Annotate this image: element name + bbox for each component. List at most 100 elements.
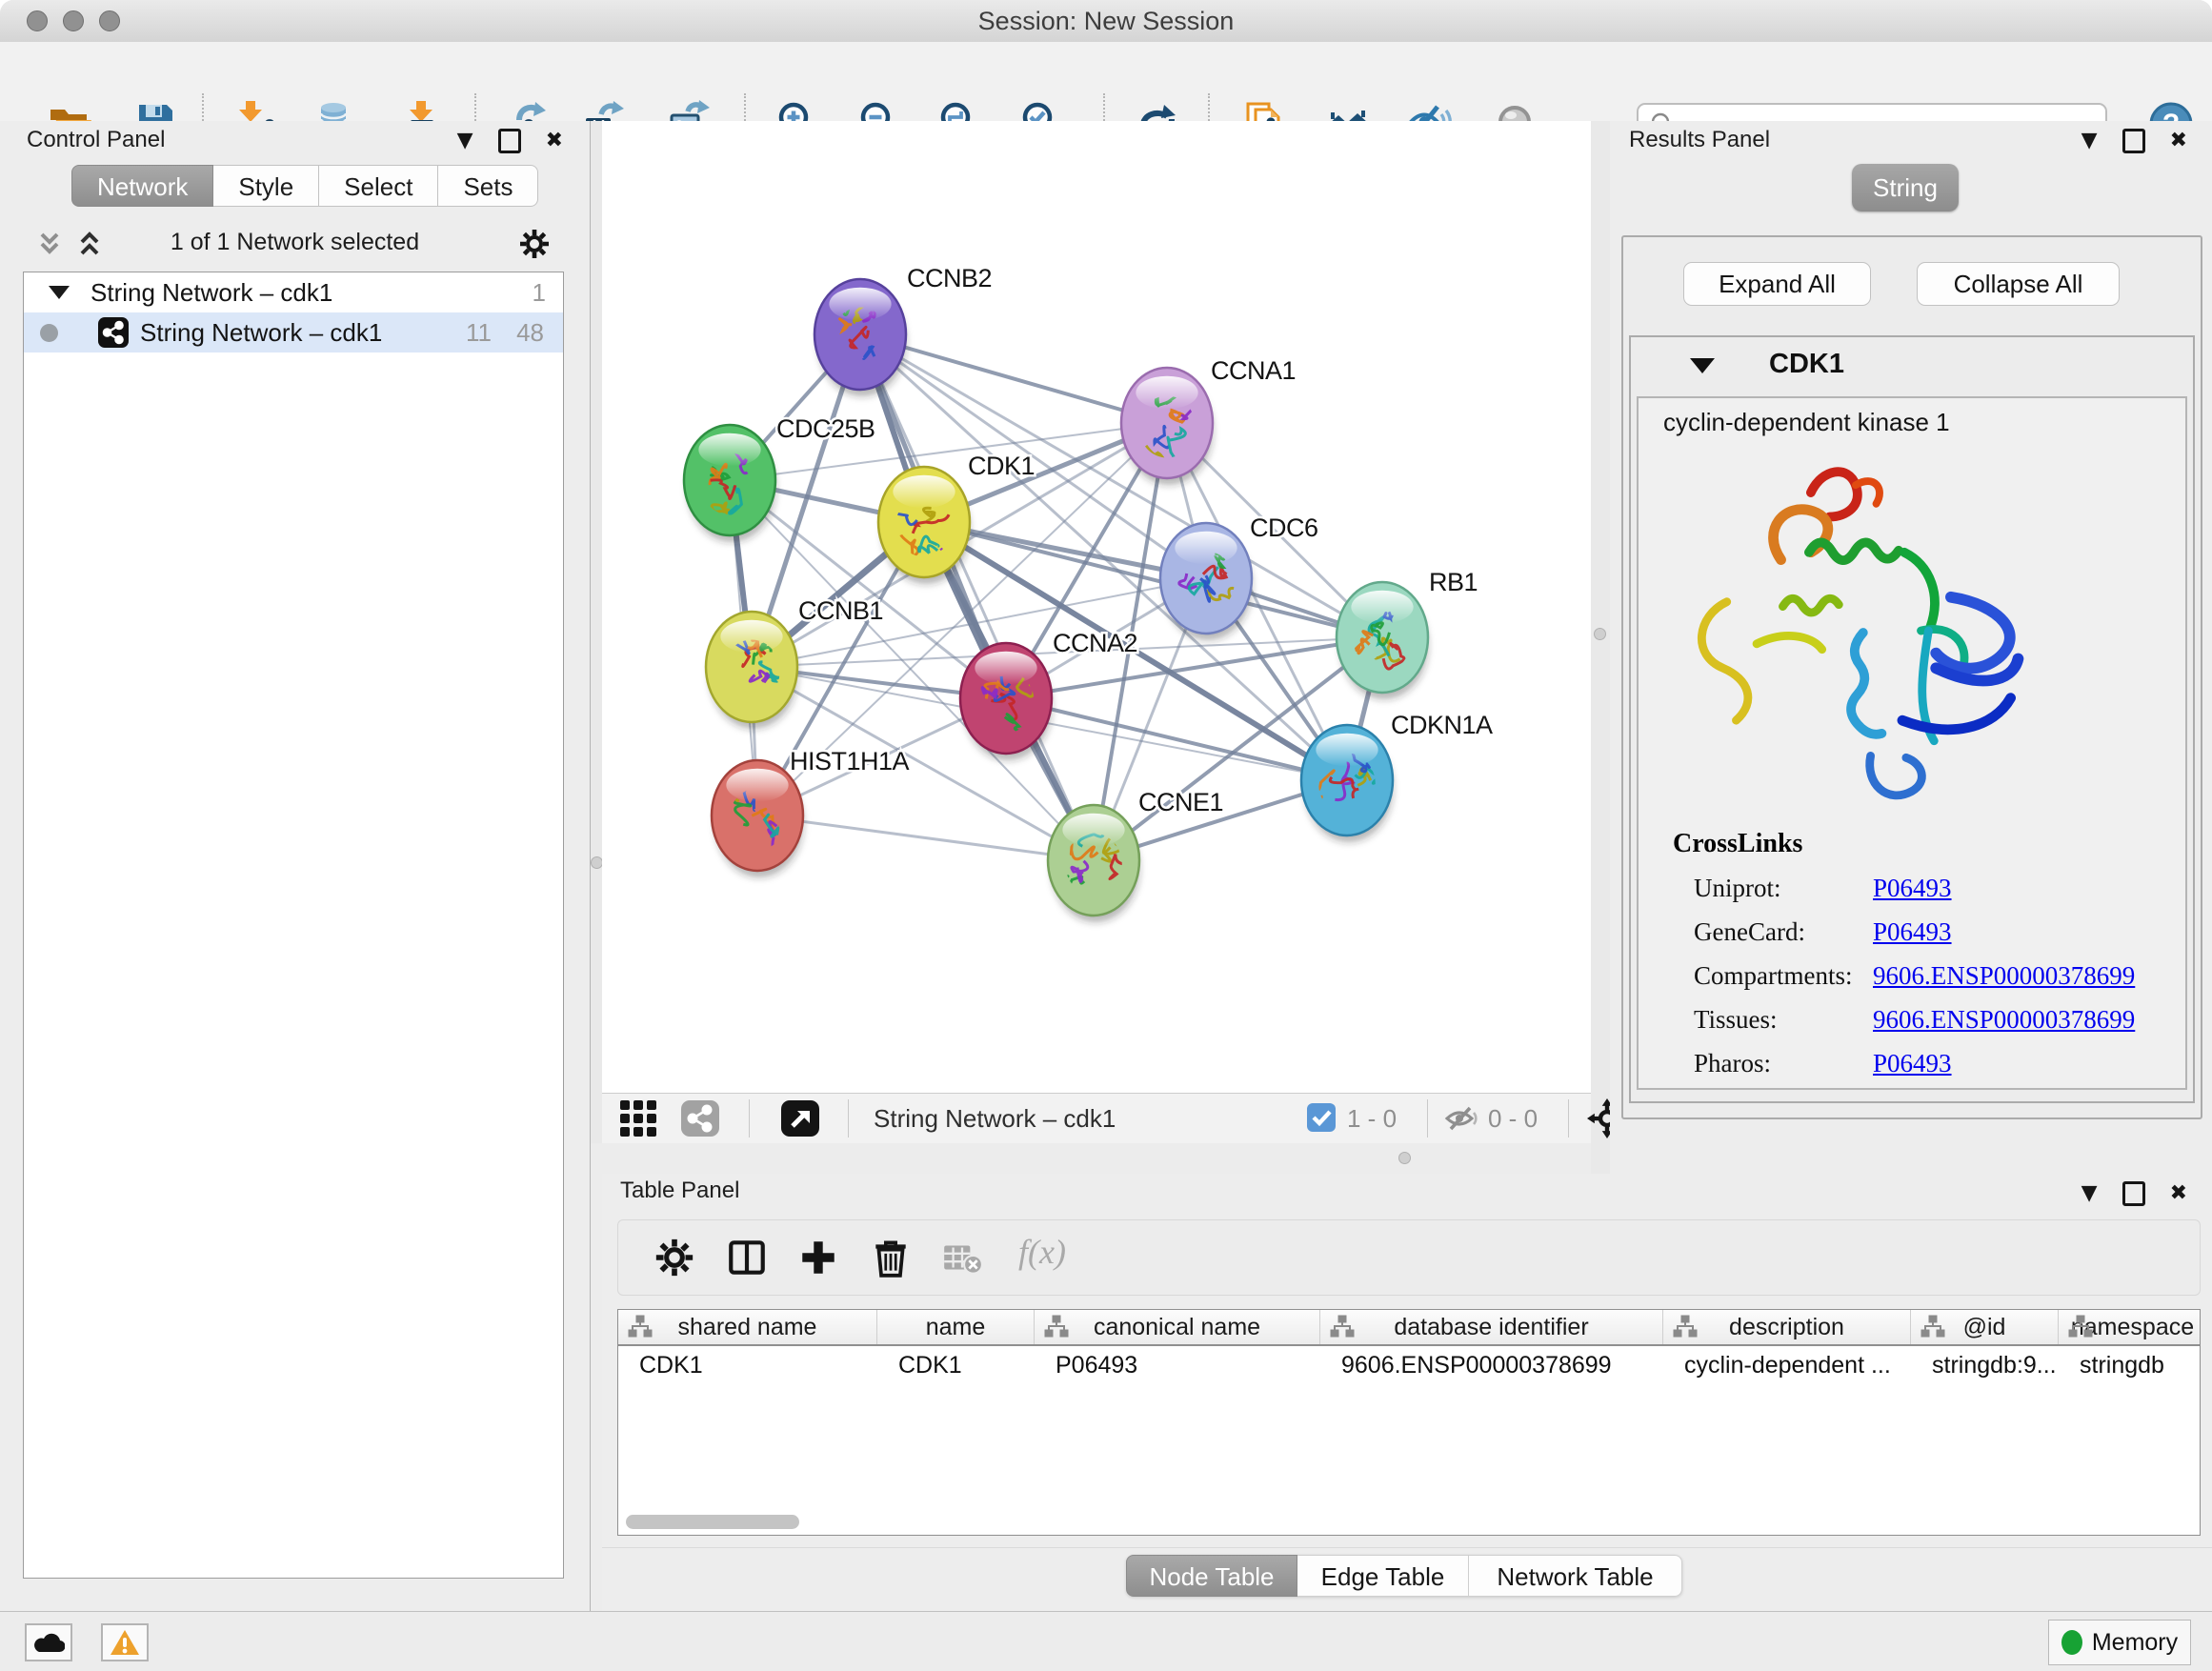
control-panel-float-button[interactable] [498, 129, 521, 153]
tab-sets[interactable]: Sets [438, 165, 538, 207]
node-label-CDC6: CDC6 [1250, 513, 1318, 542]
table-options-gear-button[interactable] [653, 1236, 696, 1279]
column-header-description[interactable]: description [1663, 1310, 1911, 1344]
divider [602, 1547, 2212, 1548]
node-CDKN1A[interactable] [1301, 725, 1393, 842]
column-type-icon [2068, 1315, 2093, 1339]
show-columns-button[interactable] [725, 1236, 769, 1279]
table-panel-close-button[interactable]: ✖ [2170, 1183, 2187, 1204]
network-row[interactable]: String Network – cdk1 11 48 [24, 312, 563, 352]
tab-node-table[interactable]: Node Table [1126, 1555, 1297, 1597]
collapse-all-button[interactable]: Collapse All [1917, 262, 2120, 306]
window-title: Session: New Session [0, 7, 2212, 36]
table-row[interactable]: CDK1CDK1P064939606.ENSP00000378699cyclin… [618, 1346, 2200, 1384]
birdseye-grid-button[interactable] [620, 1100, 658, 1141]
node-label-CCNA1: CCNA1 [1211, 356, 1296, 385]
crosslink-label: Uniprot: [1694, 874, 1873, 903]
protein-header[interactable]: CDK1 [1631, 337, 2193, 396]
expand-all-button[interactable]: Expand All [1683, 262, 1871, 306]
protein-structure-image [1667, 448, 2039, 821]
node-CCNA1[interactable] [1121, 368, 1213, 485]
node-CDC25B[interactable] [684, 425, 775, 542]
crosslink-link[interactable]: P06493 [1873, 1049, 1952, 1078]
tab-edge-table[interactable]: Edge Table [1297, 1555, 1469, 1597]
control-panel-menu-button[interactable]: ▼ [457, 131, 473, 151]
node-CDK1[interactable] [878, 467, 974, 584]
node-CCNE1[interactable] [1048, 805, 1139, 922]
selected-checkbox-icon[interactable] [1307, 1103, 1336, 1137]
splitter-handle[interactable] [1398, 1152, 1411, 1164]
tab-network-table[interactable]: Network Table [1469, 1555, 1682, 1597]
edge-CCNA2-CDKN1A[interactable] [1006, 698, 1347, 780]
column-header-canonical-name[interactable]: canonical name [1035, 1310, 1320, 1344]
crosslink-link[interactable]: 9606.ENSP00000378699 [1873, 961, 2135, 991]
network-selection-status: 1 of 1 Network selected [0, 229, 590, 256]
crosslink-link[interactable]: P06493 [1873, 874, 1952, 903]
table-cell: 9606.ENSP00000378699 [1320, 1346, 1663, 1384]
results-panel-menu-button[interactable]: ▼ [2081, 131, 2098, 151]
node-CCNB1[interactable] [706, 612, 797, 729]
horizontal-scrollbar-thumb[interactable] [626, 1515, 799, 1529]
edge-CCNB2-CCNA1[interactable] [860, 334, 1167, 423]
network-graph: CCNB2CCNA1CDC25BCDK1CDC6RB1CCNB1CCNA2HIS… [602, 121, 1591, 1094]
column-header-shared-name[interactable]: shared name [618, 1310, 877, 1344]
table-cell: stringdb [2059, 1346, 2201, 1384]
network-collection-row[interactable]: String Network – cdk1 1 [24, 272, 563, 312]
tab-select[interactable]: Select [319, 165, 438, 207]
table-panel-float-button[interactable] [2122, 1181, 2145, 1206]
cloud-button[interactable] [25, 1623, 72, 1661]
warning-button[interactable] [101, 1623, 149, 1661]
results-panel-close-button[interactable]: ✖ [2170, 131, 2187, 151]
node-RB1[interactable] [1337, 582, 1428, 699]
tab-string[interactable]: String [1852, 164, 1959, 211]
open-in-window-button[interactable] [781, 1100, 819, 1141]
column-header-database-identifier[interactable]: database identifier [1320, 1310, 1663, 1344]
column-type-icon [1673, 1315, 1698, 1339]
protein-result-box: CDK1 cyclin-dependent kinase 1 [1629, 335, 2195, 1103]
crosslink-link[interactable]: P06493 [1873, 917, 1952, 947]
node-CCNA2[interactable] [960, 643, 1052, 760]
status-bar: Memory [0, 1611, 2212, 1671]
node-CCNB2[interactable] [814, 279, 906, 396]
column-type-icon [628, 1315, 653, 1339]
crosslink-label: Tissues: [1694, 1005, 1873, 1035]
splitter-handle[interactable] [1594, 628, 1606, 640]
crosslink-link[interactable]: 9606.ENSP00000378699 [1873, 1005, 2135, 1035]
function-builder-button[interactable]: f(x) [1018, 1232, 1066, 1272]
node-HIST1H1A[interactable] [712, 760, 803, 877]
table-cell: CDK1 [618, 1346, 877, 1384]
control-panel-close-button[interactable]: ✖ [546, 131, 563, 151]
collapse-arrow-icon[interactable] [49, 286, 70, 299]
crosslink-row: Pharos:P06493 [1673, 1049, 2135, 1078]
tab-network[interactable]: Network [71, 165, 213, 207]
column-header--id[interactable]: @id [1911, 1310, 2059, 1344]
table-cell: P06493 [1035, 1346, 1320, 1384]
column-header-namespace[interactable]: namespace [2059, 1310, 2201, 1344]
vertical-splitter[interactable] [591, 121, 602, 1143]
edge-HIST1H1A-CCNE1[interactable] [757, 815, 1094, 860]
network-view-title: String Network – cdk1 [874, 1104, 1116, 1134]
network-node-count: 11 [466, 318, 492, 348]
memory-button[interactable]: Memory [2048, 1620, 2191, 1665]
memory-label: Memory [2092, 1629, 2178, 1657]
toolbar-separator [1427, 1099, 1428, 1137]
tab-style[interactable]: Style [213, 165, 319, 207]
add-column-button[interactable] [796, 1236, 840, 1279]
hidden-count: 0 - 0 [1488, 1104, 1538, 1134]
column-header-name[interactable]: name [877, 1310, 1035, 1344]
hidden-eye-icon[interactable] [1444, 1105, 1478, 1137]
table-panel-menu-button[interactable]: ▼ [2081, 1183, 2098, 1204]
results-panel-float-button[interactable] [2122, 129, 2145, 153]
folder-icon [50, 110, 87, 120]
network-options-gear-icon[interactable] [517, 227, 552, 261]
delete-table-button[interactable] [940, 1236, 984, 1279]
network-type-button[interactable] [681, 1100, 719, 1141]
vertical-splitter[interactable] [1591, 121, 1610, 1174]
edge-CCNB2-CCNE1[interactable] [860, 334, 1094, 860]
titlebar: Session: New Session [0, 0, 2212, 43]
collapse-arrow-icon[interactable] [1690, 358, 1715, 373]
collection-count: 1 [533, 278, 546, 308]
node-label-CDK1: CDK1 [968, 452, 1035, 480]
delete-column-button[interactable] [869, 1236, 913, 1279]
network-view-canvas[interactable]: CCNB2CCNA1CDC25BCDK1CDC6RB1CCNB1CCNA2HIS… [602, 121, 1591, 1143]
